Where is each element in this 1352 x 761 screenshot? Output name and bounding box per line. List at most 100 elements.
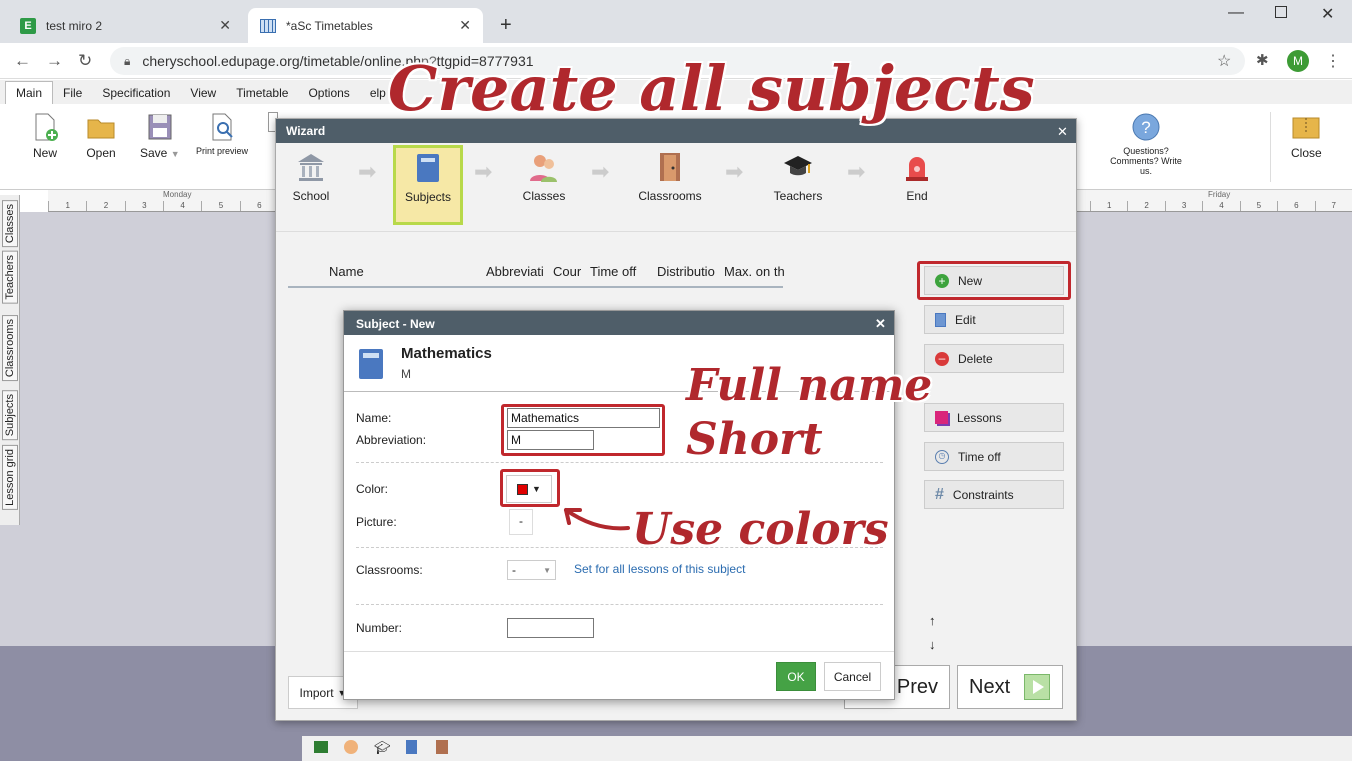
subject-book-icon[interactable]: [406, 740, 417, 754]
classroom-door-icon[interactable]: [436, 740, 448, 754]
sidetab-teachers[interactable]: Teachers: [2, 251, 18, 304]
step-subjects[interactable]: Subjects: [393, 145, 463, 225]
classrooms-label: Classrooms:: [356, 563, 423, 577]
menu-timetable[interactable]: Timetable: [226, 82, 298, 104]
step-teachers[interactable]: Teachers: [763, 151, 833, 203]
menu-view[interactable]: View: [180, 82, 226, 104]
close-app-button[interactable]: Close: [1291, 112, 1322, 160]
column-count[interactable]: Cour: [553, 264, 581, 279]
number-field[interactable]: [507, 618, 594, 638]
reload-icon[interactable]: ↻: [78, 51, 92, 71]
dialog-subject-abbr: M: [401, 367, 411, 381]
back-icon[interactable]: ←: [14, 51, 31, 71]
column-max-on-the-day[interactable]: Max. on th: [724, 264, 785, 279]
avatar[interactable]: M: [1287, 50, 1309, 72]
extensions-icon[interactable]: ✱: [1256, 51, 1269, 69]
save-button[interactable]: Save ▼: [140, 112, 180, 160]
folder-icon: [87, 119, 115, 139]
browser-tab-miro[interactable]: E test miro 2 ✕: [8, 8, 243, 43]
forward-icon[interactable]: →: [46, 51, 63, 71]
sidetab-subjects[interactable]: Subjects: [2, 390, 18, 441]
constraints-button[interactable]: # Constraints: [924, 480, 1064, 509]
annotation-use-colors: Use colors: [632, 504, 889, 555]
step-school[interactable]: School: [276, 151, 346, 203]
close-label: Close: [1291, 146, 1322, 160]
open-label: Open: [86, 146, 116, 160]
set-for-all-lessons-link[interactable]: Set for all lessons of this subject: [574, 562, 745, 576]
print-preview-label: Print preview: [196, 146, 249, 156]
next-button[interactable]: Next: [957, 665, 1063, 709]
minimize-icon[interactable]: —: [1228, 4, 1244, 22]
subject-book-icon: [359, 349, 383, 379]
close-tab-icon[interactable]: ✕: [219, 17, 231, 34]
door-icon: [660, 153, 680, 181]
browser-menu-icon[interactable]: ⋮: [1325, 51, 1341, 71]
step-label: End: [906, 189, 928, 203]
lessons-label: Lessons: [957, 410, 1002, 425]
ribbon-divider: [1270, 112, 1271, 182]
delete-button[interactable]: – Delete: [924, 344, 1064, 373]
new-subject-button[interactable]: + New: [924, 266, 1064, 295]
menu-specification[interactable]: Specification: [92, 82, 180, 104]
maximize-icon[interactable]: [1275, 6, 1287, 18]
cancel-button[interactable]: Cancel: [824, 662, 881, 691]
teacher-icon[interactable]: [344, 740, 358, 754]
menu-file[interactable]: File: [53, 82, 92, 104]
new-tab-icon[interactable]: +: [500, 14, 512, 37]
edupage-favicon-icon: E: [20, 17, 36, 34]
step-label: Subjects: [404, 190, 452, 204]
name-label: Name:: [356, 411, 392, 425]
school-building-icon: [298, 154, 324, 181]
close-tab-icon[interactable]: ✕: [459, 17, 471, 34]
menu-main[interactable]: Main: [5, 81, 54, 104]
window-close-icon[interactable]: ✕: [1321, 4, 1334, 24]
table-header-underline: [288, 286, 783, 288]
wizard-divider: [276, 231, 1076, 232]
zip-folder-icon: [1292, 117, 1320, 139]
class-icon[interactable]: [314, 741, 328, 753]
time-off-label: Time off: [958, 449, 1001, 464]
step-end[interactable]: End: [882, 151, 952, 203]
open-button[interactable]: Open: [86, 112, 116, 160]
column-distribution[interactable]: Distributio: [657, 264, 715, 279]
minus-circle-icon: –: [935, 351, 949, 366]
step-classes[interactable]: Classes: [509, 151, 579, 203]
siren-icon: [906, 157, 928, 181]
sidetab-classes[interactable]: Classes: [2, 200, 18, 248]
move-up-icon[interactable]: ↑: [929, 613, 936, 628]
column-time-off[interactable]: Time off: [590, 264, 636, 279]
color-label: Color:: [356, 482, 389, 496]
new-document-icon: [35, 113, 58, 141]
dialog-footer-divider: [344, 651, 894, 652]
bookmark-star-icon[interactable]: ☆: [1217, 51, 1231, 71]
questions-button[interactable]: ? Questions? Comments? Write us.: [1108, 112, 1184, 176]
number-label: Number:: [356, 621, 403, 635]
color-highlight: [500, 469, 560, 507]
import-label: Import: [299, 685, 334, 700]
time-off-button[interactable]: ◷ Time off: [924, 442, 1064, 471]
step-label: School: [292, 189, 330, 203]
picture-button[interactable]: -: [509, 509, 533, 535]
ok-button[interactable]: OK: [776, 662, 816, 691]
classrooms-select[interactable]: - ▼: [507, 560, 556, 580]
print-preview-button[interactable]: Print preview: [196, 112, 248, 156]
step-arrow-icon: ➡: [474, 159, 493, 184]
edit-button[interactable]: Edit: [924, 305, 1064, 334]
column-abbreviation[interactable]: Abbreviati: [486, 264, 544, 279]
subject-book-icon: [417, 154, 439, 182]
browser-tab-timetables[interactable]: *aSc Timetables ✕: [248, 8, 483, 43]
new-file-button[interactable]: New: [30, 112, 60, 160]
next-label: Next: [969, 675, 1011, 698]
column-name[interactable]: Name: [329, 264, 364, 279]
sidetab-lesson-grid[interactable]: Lesson grid: [2, 445, 18, 510]
move-down-icon[interactable]: ↓: [929, 637, 936, 652]
step-classrooms[interactable]: Classrooms: [628, 151, 712, 203]
question-icon: ?: [1132, 113, 1160, 141]
dialog-close-icon[interactable]: ✕: [875, 316, 886, 332]
sidetab-classrooms[interactable]: Classrooms: [2, 315, 18, 382]
menu-options[interactable]: Options: [298, 82, 359, 104]
lessons-button[interactable]: Lessons: [924, 403, 1064, 432]
graduation-icon[interactable]: 🎓︎: [374, 740, 391, 756]
annotation-arrow-icon: [564, 508, 630, 531]
wizard-close-icon[interactable]: ✕: [1057, 124, 1068, 140]
